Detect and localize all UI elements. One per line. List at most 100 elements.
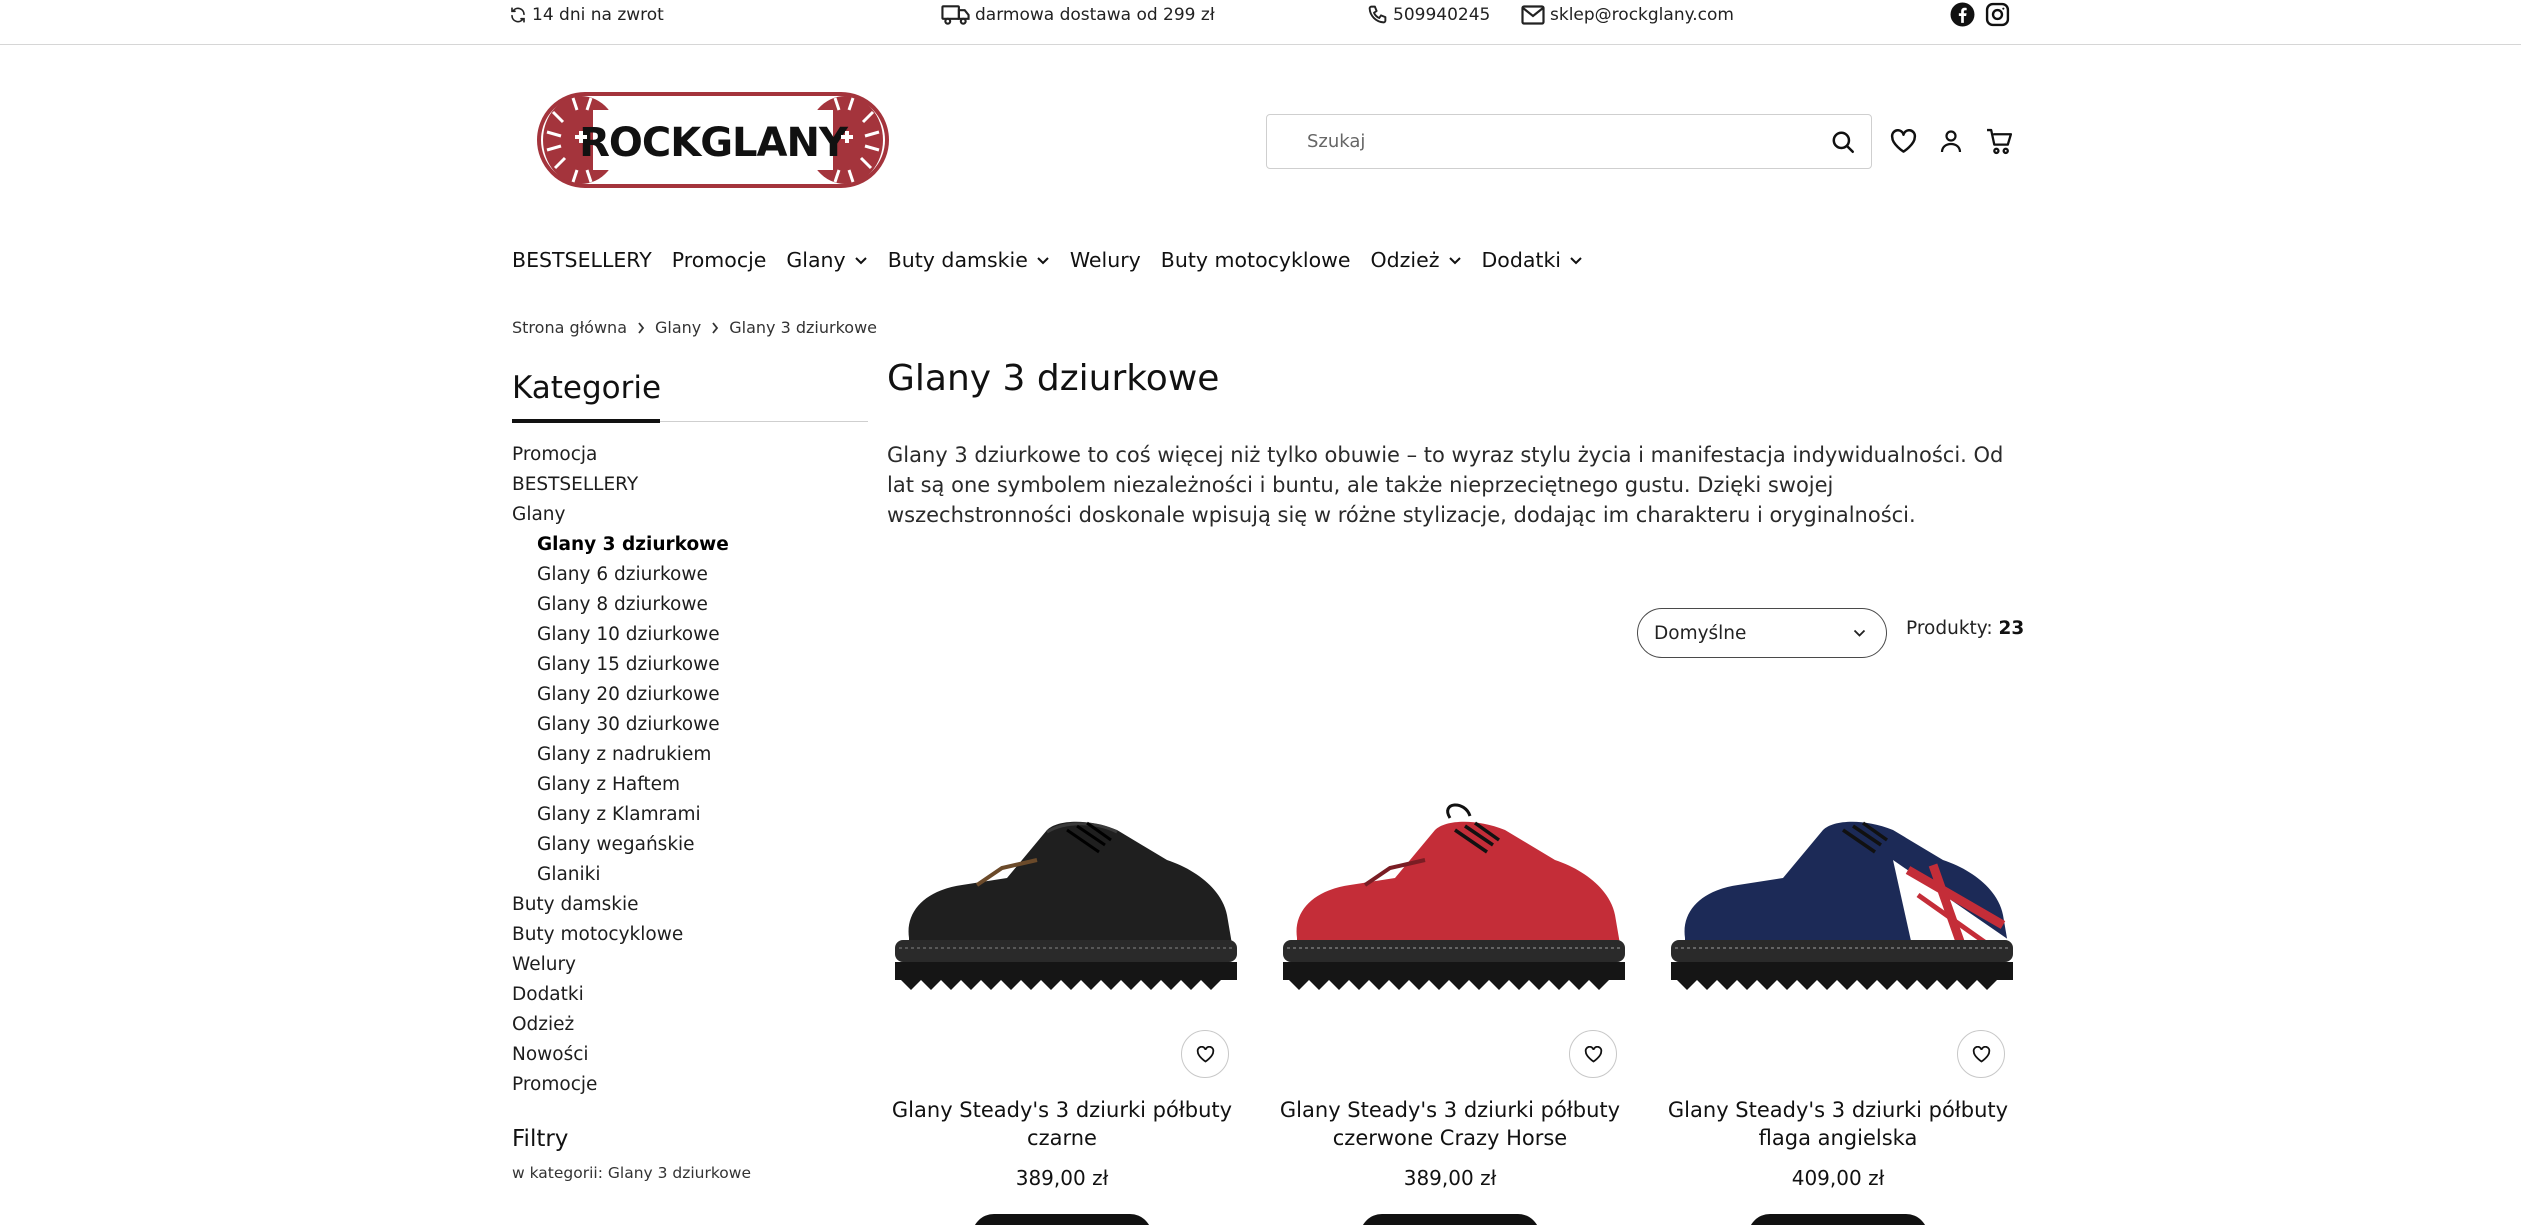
- breadcrumb-current: Glany 3 dziurkowe: [729, 318, 878, 337]
- nav-item-buty-motocyklowe[interactable]: Buty motocyklowe: [1161, 248, 1371, 272]
- nav-label: Welury: [1069, 248, 1141, 272]
- nav-item-odziez[interactable]: Odzież: [1371, 248, 1482, 272]
- heart-icon: [1584, 1045, 1602, 1063]
- category-item[interactable]: Glany: [512, 500, 729, 530]
- category-item[interactable]: Glany 6 dziurkowe: [512, 560, 729, 590]
- search-button[interactable]: [1815, 115, 1871, 168]
- cart-icon: [1986, 128, 2012, 154]
- category-item[interactable]: Glany 15 dziurkowe: [512, 650, 729, 680]
- nav-label: Dodatki: [1481, 248, 1562, 272]
- chevron-right-icon: [637, 321, 645, 334]
- heart-icon: [1972, 1045, 1990, 1063]
- category-item[interactable]: Glany z Haftem: [512, 770, 729, 800]
- logo-graphic: ROCKGLANY: [537, 92, 889, 188]
- category-item[interactable]: Glany 30 dziurkowe: [512, 710, 729, 740]
- add-to-wishlist-button[interactable]: [1181, 1030, 1229, 1078]
- category-list: Promocja BESTSELLERY Glany Glany 3 dziur…: [512, 440, 729, 1100]
- email-text[interactable]: sklep@rockglany.com: [1550, 5, 1734, 25]
- category-item[interactable]: Glany 8 dziurkowe: [512, 590, 729, 620]
- category-item[interactable]: Glany wegańskie: [512, 830, 729, 860]
- add-to-wishlist-button[interactable]: [1957, 1030, 2005, 1078]
- add-to-wishlist-button[interactable]: [1569, 1030, 1617, 1078]
- site-logo[interactable]: ROCKGLANY: [533, 82, 893, 200]
- nav-label: Buty damskie: [887, 248, 1028, 272]
- category-item[interactable]: Glaniki: [512, 860, 729, 890]
- returns-text: 14 dni na zwrot: [532, 4, 664, 25]
- shipping-info: darmowa dostawa od 299 zł: [941, 0, 1215, 29]
- search-icon: [1832, 131, 1854, 153]
- product-card[interactable]: Glany Steady's 3 dziurki półbuty flaga a…: [1663, 790, 2013, 1225]
- category-item[interactable]: Glany z nadrukiem: [512, 740, 729, 770]
- facebook-icon[interactable]: [1950, 2, 1975, 27]
- account-button[interactable]: [1936, 124, 1966, 158]
- nav-item-bestsellery[interactable]: BESTSELLERY: [512, 248, 672, 272]
- category-item[interactable]: Buty motocyklowe: [512, 920, 729, 950]
- shipping-text: darmowa dostawa od 299 zł: [975, 4, 1215, 25]
- filters-heading: Filtry: [512, 1126, 569, 1152]
- search-input[interactable]: [1267, 115, 1815, 168]
- top-info-bar: 14 dni na zwrot darmowa dostawa od 299 z…: [0, 0, 2521, 45]
- email-info[interactable]: sklep@rockglany.com: [1521, 0, 1734, 29]
- nav-item-dodatki[interactable]: Dodatki: [1482, 248, 1604, 272]
- phone-info[interactable]: 509940245: [1367, 0, 1490, 29]
- category-description: Glany 3 dziurkowe to coś więcej niż tylk…: [887, 443, 2004, 527]
- nav-label: Promocje: [671, 248, 767, 272]
- product-card[interactable]: Glany Steady's 3 dziurki półbuty czerwon…: [1275, 790, 1625, 1225]
- chevron-right-icon: [711, 321, 719, 334]
- search-box: [1266, 114, 1872, 169]
- category-item[interactable]: Nowości: [512, 1040, 729, 1070]
- add-to-cart-button[interactable]: [1748, 1214, 1928, 1225]
- category-item[interactable]: Glany z Klamrami: [512, 800, 729, 830]
- add-to-cart-button[interactable]: [1360, 1214, 1540, 1225]
- filters-subtitle: w kategorii: Glany 3 dziurkowe: [512, 1164, 752, 1182]
- chevron-down-icon: [1037, 256, 1049, 264]
- category-item[interactable]: BESTSELLERY: [512, 470, 729, 500]
- category-item[interactable]: Promocja: [512, 440, 729, 470]
- count-value: 23: [1998, 618, 2025, 639]
- cart-button[interactable]: [1984, 124, 2014, 158]
- chevron-down-icon: [854, 256, 867, 264]
- returns-info: 14 dni na zwrot: [509, 0, 664, 29]
- nav-label: Glany: [786, 248, 846, 272]
- nav-label: Buty motocyklowe: [1160, 248, 1351, 272]
- category-item[interactable]: Odzież: [512, 1010, 729, 1040]
- product-card[interactable]: Glany Steady's 3 dziurki półbuty czarne …: [887, 790, 1237, 1225]
- product-image[interactable]: [887, 790, 1237, 1020]
- product-price: 409,00 zł: [1791, 1166, 1885, 1190]
- refresh-icon: [511, 6, 525, 23]
- categories-heading: Kategorie: [512, 370, 662, 406]
- social-links: [1950, 2, 2010, 27]
- nav-item-glany[interactable]: Glany: [786, 248, 887, 272]
- wishlist-button[interactable]: [1888, 124, 1918, 158]
- chevron-down-icon: [1448, 256, 1461, 264]
- nav-label: Odzież: [1370, 248, 1440, 272]
- sort-value: Domyślne: [1654, 622, 1747, 644]
- product-image[interactable]: [1663, 790, 2013, 1020]
- phone-text[interactable]: 509940245: [1393, 5, 1490, 25]
- breadcrumb: Strona główna Glany Glany 3 dziurkowe: [512, 318, 877, 337]
- category-item[interactable]: Dodatki: [512, 980, 729, 1010]
- product-name[interactable]: Glany Steady's 3 dziurki półbuty czerwon…: [1275, 1096, 1625, 1152]
- product-name[interactable]: Glany Steady's 3 dziurki półbuty czarne: [887, 1096, 1237, 1152]
- nav-item-buty-damskie[interactable]: Buty damskie: [888, 248, 1070, 272]
- breadcrumb-home[interactable]: Strona główna: [512, 318, 627, 337]
- nav-item-welury[interactable]: Welury: [1070, 248, 1161, 272]
- category-item[interactable]: Buty damskie: [512, 890, 729, 920]
- chevron-down-icon: [1853, 629, 1866, 637]
- nav-label: BESTSELLERY: [512, 248, 652, 272]
- category-item[interactable]: Promocje: [512, 1070, 729, 1100]
- instagram-icon[interactable]: [1985, 2, 2010, 27]
- breadcrumb-glany[interactable]: Glany: [655, 318, 701, 337]
- product-image[interactable]: [1275, 790, 1625, 1020]
- add-to-cart-button[interactable]: [972, 1214, 1152, 1225]
- category-item[interactable]: Glany 10 dziurkowe: [512, 620, 729, 650]
- heart-icon: [1196, 1045, 1214, 1063]
- main-navigation: BESTSELLERY Promocje Glany Buty damskie …: [512, 244, 1603, 276]
- sort-select[interactable]: Domyślne: [1637, 608, 1887, 658]
- product-count: Produkty: 23: [1906, 618, 2024, 639]
- category-item[interactable]: Glany 20 dziurkowe: [512, 680, 729, 710]
- category-item-active[interactable]: Glany 3 dziurkowe: [512, 530, 729, 560]
- category-item[interactable]: Welury: [512, 950, 729, 980]
- product-name[interactable]: Glany Steady's 3 dziurki półbuty flaga a…: [1663, 1096, 2013, 1152]
- nav-item-promocje[interactable]: Promocje: [672, 248, 787, 272]
